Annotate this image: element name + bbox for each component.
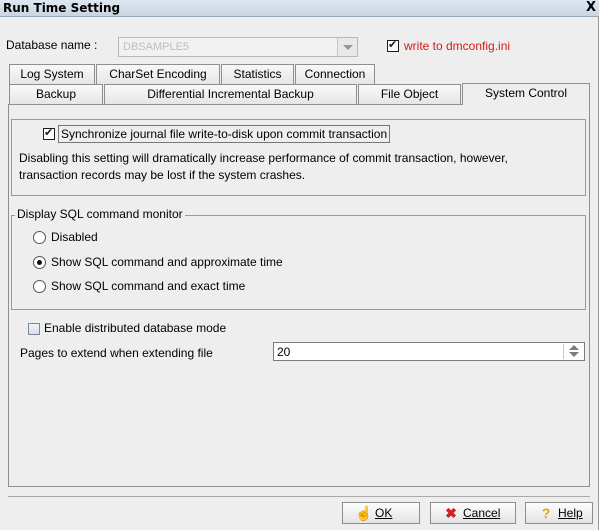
tab-label: File Object [380, 87, 439, 101]
database-name-value: DBSAMPLE5 [123, 41, 190, 53]
tab-backup[interactable]: Backup [9, 84, 103, 104]
sync-description-line-1: Disabling this setting will dramatically… [19, 151, 508, 165]
write-config-label: write to dmconfig.ini [404, 39, 511, 53]
title-bar: Run Time Setting X [0, 0, 599, 17]
tab-label: System Control [484, 86, 568, 100]
pages-extend-spinner[interactable]: 20 [273, 342, 585, 361]
sync-journal-label[interactable]: Synchronize journal file write-to-disk u… [58, 125, 391, 143]
close-icon[interactable]: X [585, 0, 597, 16]
radio-exact-time[interactable] [33, 280, 46, 293]
spinner-arrows-icon[interactable] [563, 344, 583, 359]
pages-extend-label: Pages to extend when extending file [20, 346, 213, 360]
ok-button[interactable]: ☝ OK [342, 502, 420, 524]
tab-label: CharSet Encoding [109, 67, 207, 81]
tab-file-object[interactable]: File Object [358, 84, 461, 104]
cancel-button[interactable]: ✖ Cancel [430, 502, 516, 524]
write-config-checkbox[interactable] [387, 39, 399, 52]
radio-disabled[interactable] [33, 231, 46, 244]
hand-pointer-icon: ☝ [355, 505, 373, 521]
tab-system-control[interactable]: System Control [462, 83, 590, 105]
help-button-label: Help [558, 506, 583, 520]
tab-label: Connection [304, 67, 366, 81]
tab-label: Statistics [233, 67, 282, 81]
tab-statistics[interactable]: Statistics [221, 64, 294, 84]
tab-charset-encoding[interactable]: CharSet Encoding [96, 64, 220, 84]
radio-disabled-label: Disabled [51, 230, 98, 244]
tab-connection[interactable]: Connection [295, 64, 375, 84]
help-question-icon: ? [541, 505, 551, 521]
window-title: Run Time Setting [3, 1, 121, 15]
tab-label: Backup [35, 87, 77, 101]
chevron-down-icon[interactable] [337, 38, 357, 56]
help-button[interactable]: ? Help [525, 502, 593, 524]
sql-monitor-title: Display SQL command monitor [15, 207, 185, 221]
radio-approximate-time[interactable] [33, 256, 46, 269]
pages-extend-value: 20 [277, 345, 291, 359]
tab-label: Log System [20, 67, 84, 81]
cancel-button-label: Cancel [463, 506, 501, 520]
distributed-mode-label: Enable distributed database mode [44, 321, 227, 335]
tab-differential-incremental-backup[interactable]: Differential Incremental Backup [104, 84, 357, 104]
sync-description: Disabling this setting will dramatically… [19, 150, 579, 184]
database-name-select[interactable]: DBSAMPLE5 [118, 37, 358, 57]
sync-journal-checkbox[interactable] [43, 127, 55, 140]
ok-button-label: OK [375, 506, 393, 520]
tab-label: Differential Incremental Backup [147, 87, 314, 101]
tab-log-system[interactable]: Log System [9, 64, 95, 84]
radio-approximate-time-label: Show SQL command and approximate time [51, 255, 283, 269]
database-name-label: Database name : [6, 38, 98, 52]
distributed-mode-checkbox[interactable] [28, 323, 40, 335]
radio-exact-time-label: Show SQL command and exact time [51, 279, 246, 293]
sync-description-line-2: transaction records may be lost if the s… [19, 168, 306, 182]
run-time-setting-dialog: Run Time Setting X Database name : DBSAM… [0, 0, 599, 530]
cancel-x-icon: ✖ [445, 505, 457, 521]
